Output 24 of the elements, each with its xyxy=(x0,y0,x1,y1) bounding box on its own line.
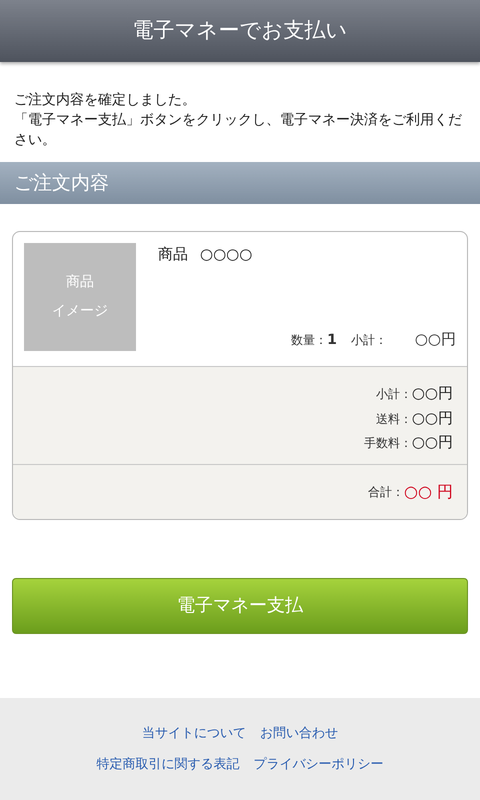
product-label: 商品 xyxy=(158,244,188,265)
quantity-label: 数量： xyxy=(291,332,328,349)
subtotal-label: 小計： xyxy=(350,332,387,349)
summary-label: 手数料： xyxy=(364,435,412,452)
confirmation-message: 「電子マネー支払」ボタンをクリックし、電子マネー決済をご利用ください。 xyxy=(14,111,463,150)
summary-label: 送料： xyxy=(376,410,412,428)
summary-label: 小計： xyxy=(376,386,412,403)
total-label: 合計： xyxy=(368,484,404,500)
footer-link[interactable]: プライバシーポリシー xyxy=(254,755,384,774)
placeholder-text: イメージ xyxy=(52,302,108,321)
section-title: ご注文内容 xyxy=(14,170,109,196)
product-name: ○○○○ xyxy=(200,244,252,265)
footer-link[interactable]: 当サイトについて xyxy=(142,724,246,743)
summary-value: ○○円 xyxy=(412,408,453,428)
summary-value: ○○円 xyxy=(412,383,453,404)
placeholder-text: 商品 xyxy=(66,273,94,292)
subtotal-value: ○○円 xyxy=(414,329,456,350)
confirmation-message: ご注文内容を確定しました。 xyxy=(14,91,197,110)
footer-link[interactable]: 特定商取引に関する表記 xyxy=(96,755,240,774)
quantity-value: 1 xyxy=(327,331,337,350)
summary-value: ○○円 xyxy=(412,432,453,453)
total-value: ○○ 円 xyxy=(404,480,453,502)
footer-link[interactable]: お問い合わせ xyxy=(260,724,338,743)
page-title: 電子マネーでお支払い xyxy=(132,17,348,44)
